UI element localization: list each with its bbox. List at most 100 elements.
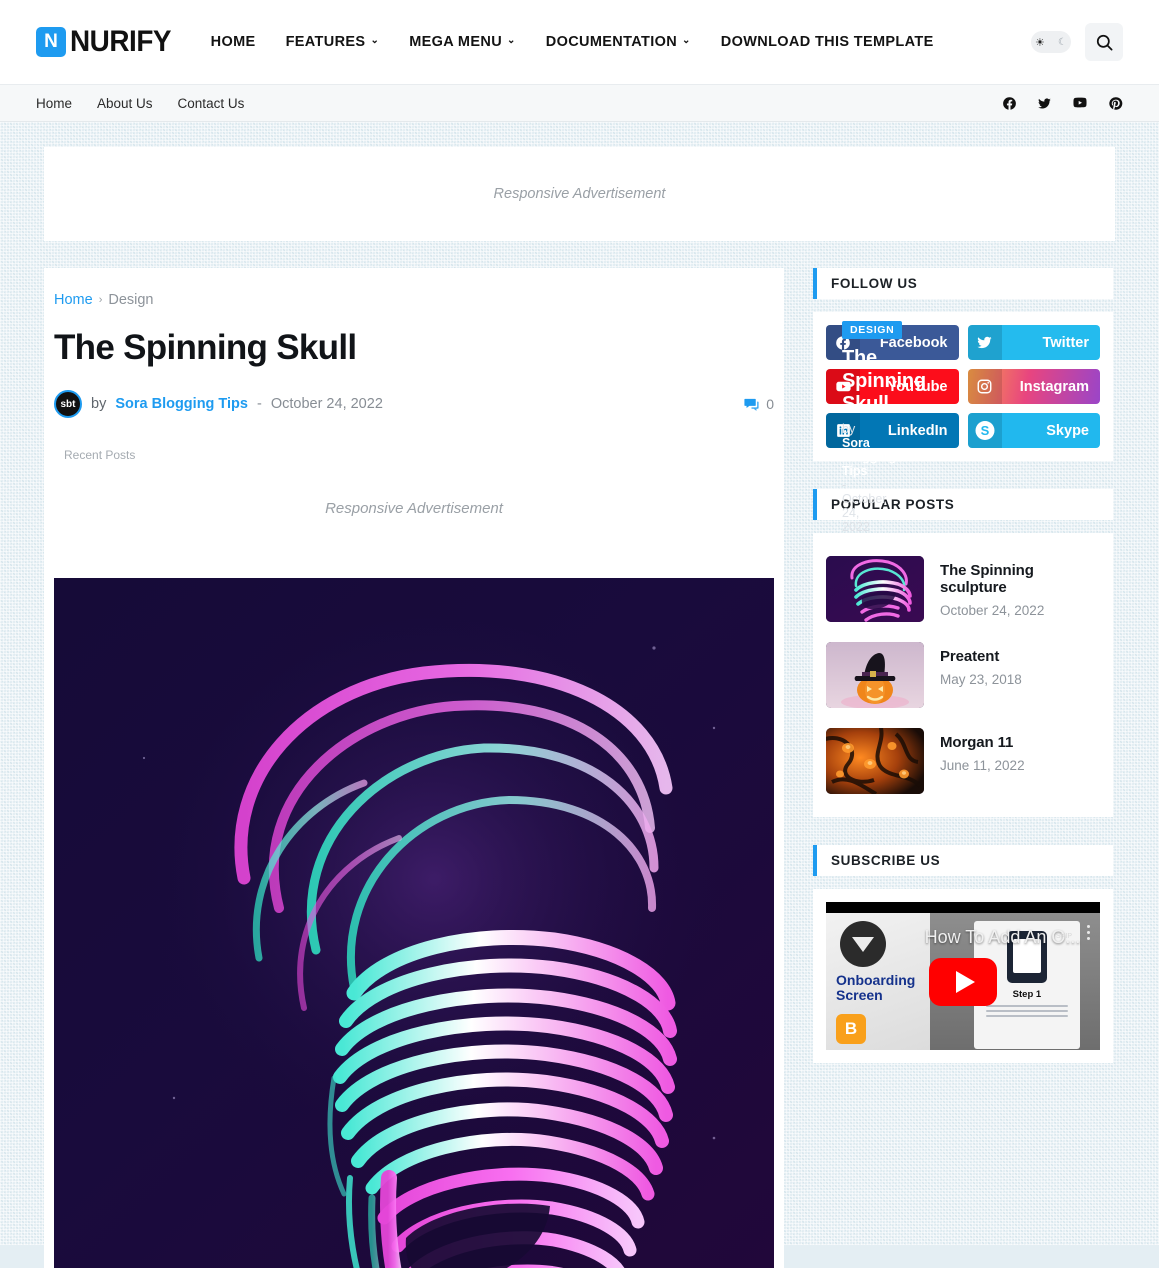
popular-post-date: May 23, 2018 (940, 672, 1022, 687)
subnav-item-about-us[interactable]: About Us (97, 96, 153, 111)
skype-icon: S (967, 413, 1002, 448)
popular-post-date: October 24, 2022 (940, 603, 1045, 618)
popular-post-item[interactable]: The Spinning sculpture October 24, 2022 (826, 546, 1100, 632)
skip-label: SKIP (1056, 933, 1072, 940)
twitter-icon (967, 325, 1002, 360)
social-button-label: Twitter (1042, 334, 1089, 351)
nav-item-label: DOWNLOAD THIS TEMPLATE (720, 34, 934, 50)
widget-title: FOLLOW US (831, 276, 918, 291)
header-actions: ☀ ☾ (1031, 23, 1123, 61)
dark-mode-toggle[interactable]: ☀ ☾ (1031, 31, 1071, 53)
social-button-skype[interactable]: S Skype (967, 413, 1100, 448)
site-logo[interactable]: N NURIFY (36, 25, 179, 59)
chevron-down-icon: ⌄ (682, 35, 691, 46)
subnav-item-home[interactable]: Home (36, 96, 72, 111)
youtube-icon[interactable] (1072, 95, 1088, 111)
search-button[interactable] (1085, 23, 1123, 61)
chevron-down-icon: ⌄ (370, 35, 380, 46)
social-button-instagram[interactable]: Instagram (967, 369, 1100, 404)
popular-post-meta: Preatent May 23, 2018 (940, 642, 1022, 687)
article-hero-image (54, 578, 774, 1268)
social-button-twitter[interactable]: Twitter (967, 325, 1100, 360)
article-header: Home › Design The Spinning Skull sbt by … (44, 268, 784, 462)
widget-header: SUBSCRIBE US (813, 845, 1113, 876)
spinning-skull-artwork (54, 578, 774, 1268)
advertisement-label: Responsive Advertisement (493, 186, 666, 202)
advertisement-label: Responsive Advertisement (325, 500, 503, 517)
widget-title: SUBSCRIBE US (831, 853, 941, 868)
placeholder-text-lines (982, 1005, 1071, 1017)
sun-icon: ☀ (1035, 36, 1045, 49)
twitter-icon[interactable] (1037, 96, 1052, 111)
popular-post-thumbnail (826, 642, 924, 708)
social-button-label: Skype (1046, 422, 1089, 439)
nav-item-mega-menu[interactable]: MEGA MENU ⌄ (409, 34, 516, 50)
publish-dash: - (256, 396, 262, 412)
advertisement-top: Responsive Advertisement (44, 147, 1115, 241)
nav-item-features[interactable]: FEATURES ⌄ (286, 34, 380, 50)
nav-item-label: MEGA MENU (409, 34, 503, 50)
widget-body: DESIGN The Spinning Skull by Sora Bloggi… (813, 321, 1113, 817)
video-thumb-heading-line1: Onboarding (836, 972, 916, 988)
channel-logo-icon (840, 921, 886, 967)
nav-item-home[interactable]: HOME (211, 34, 256, 50)
nav-item-documentation[interactable]: DOCUMENTATION ⌄ (546, 34, 691, 50)
instagram-icon (967, 369, 1002, 404)
popular-post-title: Morgan 11 (940, 734, 1014, 751)
popular-post-item[interactable]: Preatent May 23, 2018 (826, 632, 1100, 718)
popular-post-meta: The Spinning sculpture October 24, 2022 (940, 556, 1100, 618)
play-button[interactable] (929, 957, 997, 1006)
page-container: Responsive Advertisement Home › Design T… (0, 147, 1159, 1268)
video-topbar (826, 902, 1100, 913)
widget-subscribe-us: SUBSCRIBE US Onboarding Screen B Step 1 … (813, 845, 1113, 1063)
main-navigation: HOME FEATURES ⌄ MEGA MENU ⌄ DOCUMENTATIO… (211, 34, 1031, 50)
secondary-navigation: Home About Us Contact Us (0, 84, 1159, 122)
logo-mark-icon: N (36, 27, 66, 57)
popular-post-title: Preatent (940, 648, 1000, 665)
main-content: Home › Design The Spinning Skull sbt by … (44, 268, 784, 1268)
pinterest-icon[interactable] (1108, 96, 1123, 111)
popular-post-item[interactable]: Morgan 11 June 11, 2022 (826, 718, 1100, 804)
comment-count-link[interactable]: 0 (743, 396, 774, 413)
chevron-down-icon: ⌄ (507, 35, 516, 46)
widget-popular-posts: POPULAR POSTS The Spinning sculpture Oct… (813, 321, 1113, 817)
nav-item-label: FEATURES (285, 34, 366, 50)
secondary-nav-links: Home About Us Contact Us (36, 96, 1002, 111)
social-button-label: Instagram (1019, 378, 1089, 395)
widget-header: FOLLOW US (813, 268, 1113, 299)
article-meta: sbt by Sora Blogging Tips - October 24, … (54, 390, 774, 418)
author-link[interactable]: Sora Blogging Tips (115, 396, 248, 412)
pumpkin-witch-hat-thumbnail (826, 642, 924, 708)
search-icon (1096, 34, 1112, 50)
publish-date: October 24, 2022 (270, 396, 383, 412)
video-thumbnail: Onboarding Screen B Step 1 How To Add An… (826, 913, 1100, 1050)
nav-item-download-template[interactable]: DOWNLOAD THIS TEMPLATE (721, 34, 934, 50)
avatar: sbt (54, 390, 82, 418)
breadcrumb: Home › Design (54, 292, 774, 308)
blogger-icon: B (836, 1013, 866, 1044)
secondary-nav-social (1002, 95, 1123, 111)
orange-abstract-thumbnail (826, 728, 924, 794)
video-thumb-heading-line2: Screen (836, 987, 883, 1004)
sidebar: FOLLOW US Facebook Twitter YouTube Insta… (813, 268, 1113, 1091)
advertisement-inline: Responsive Advertisement (44, 462, 784, 578)
site-header: N NURIFY HOME FEATURES ⌄ MEGA MENU ⌄ DOC… (0, 0, 1159, 84)
subnav-item-contact-us[interactable]: Contact Us (178, 96, 245, 111)
video-thumb-left-panel: Onboarding Screen B (826, 913, 931, 1050)
comment-count: 0 (766, 396, 774, 412)
popular-post-date: June 11, 2022 (940, 758, 1025, 773)
by-label: by (91, 396, 107, 412)
widget-body: Onboarding Screen B Step 1 How To Add An… (813, 889, 1113, 1063)
more-options-icon[interactable] (1087, 925, 1090, 940)
page-root: N NURIFY HOME FEATURES ⌄ MEGA MENU ⌄ DOC… (0, 0, 1159, 1268)
breadcrumb-home[interactable]: Home (54, 292, 93, 308)
moon-icon: ☾ (1058, 36, 1067, 48)
youtube-video-embed[interactable]: Onboarding Screen B Step 1 How To Add An… (826, 902, 1100, 1050)
popular-post-meta: Morgan 11 June 11, 2022 (940, 728, 1025, 773)
nav-item-label: HOME (210, 34, 256, 50)
svg-text:S: S (980, 423, 989, 438)
byline: sbt by Sora Blogging Tips - October 24, … (54, 390, 743, 418)
recent-posts-label: Recent Posts (64, 448, 136, 462)
logo-wordmark: NURIFY (70, 25, 172, 58)
facebook-icon[interactable] (1002, 96, 1017, 111)
